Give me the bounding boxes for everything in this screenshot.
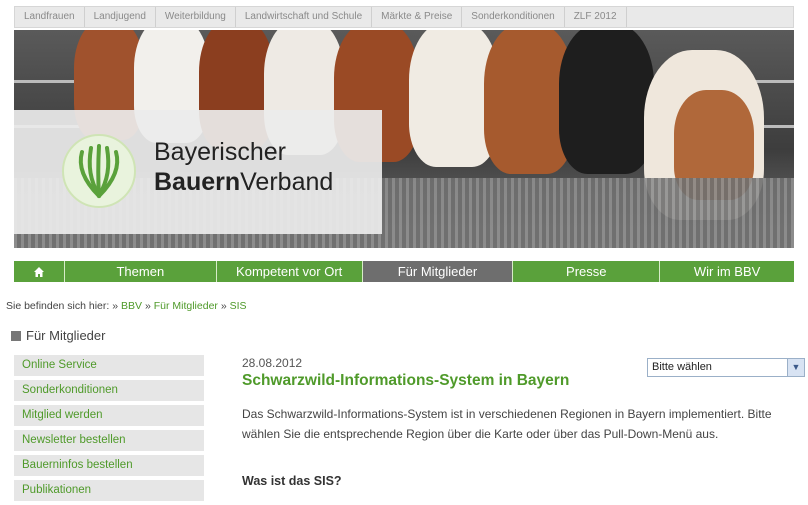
home-button[interactable] xyxy=(14,261,65,282)
sidebar-item-sonderkonditionen[interactable]: Sonderkonditionen xyxy=(14,380,204,401)
home-icon xyxy=(33,266,44,277)
top-tab-zlf-2012[interactable]: ZLF 2012 xyxy=(565,7,627,27)
region-select-value: Bitte wählen xyxy=(652,361,712,373)
hero-banner: Bayerischer BauernVerband xyxy=(14,30,794,248)
square-bullet-icon xyxy=(11,330,21,341)
top-tab-maerkte-preise[interactable]: Märkte & Preise xyxy=(372,7,463,27)
nav-fuer-mitglieder[interactable]: Für Mitglieder xyxy=(362,261,514,282)
cow-shape xyxy=(559,30,654,174)
main-navigation: Themen Kompetent vor Ort Für Mitglieder … xyxy=(14,261,794,282)
brand-rest-part: Verband xyxy=(240,168,334,196)
sidebar-item-bauerninfos-bestellen[interactable]: Bauerninfos bestellen xyxy=(14,455,204,476)
nav-themen[interactable]: Themen xyxy=(65,261,217,282)
breadcrumb-separator: » xyxy=(220,300,227,312)
top-tab-landfrauen[interactable]: Landfrauen xyxy=(15,7,85,27)
breadcrumb-link-sis[interactable]: SIS xyxy=(230,300,247,312)
article-date: 28.08.2012 xyxy=(242,356,303,370)
section-title-text: Für Mitglieder xyxy=(26,328,106,343)
breadcrumb-link-fuer-mitglieder[interactable]: Für Mitglieder xyxy=(154,300,218,312)
breadcrumb-separator: » xyxy=(112,300,119,312)
chevron-down-icon[interactable]: ▼ xyxy=(787,359,804,376)
brand-name-line2: BauernVerband xyxy=(154,168,333,197)
breadcrumb: Sie befinden sich hier: » BBV » Für Mitg… xyxy=(6,300,247,312)
article-subheading: Was ist das SIS? xyxy=(242,474,342,488)
sidebar-item-newsletter-bestellen[interactable]: Newsletter bestellen xyxy=(14,430,204,451)
section-title: Für Mitglieder xyxy=(11,328,105,343)
nav-kompetent-vor-ort[interactable]: Kompetent vor Ort xyxy=(217,261,363,282)
top-tab-landjugend[interactable]: Landjugend xyxy=(85,7,156,27)
bbv-logo-icon xyxy=(62,134,136,208)
breadcrumb-link-bbv[interactable]: BBV xyxy=(121,300,142,312)
nav-presse[interactable]: Presse xyxy=(513,261,661,282)
brand-name-line1: Bayerischer xyxy=(154,138,286,166)
top-navigation: Landfrauen Landjugend Weiterbildung Land… xyxy=(14,6,794,28)
nav-wir-im-bbv[interactable]: Wir im BBV xyxy=(660,261,794,282)
top-tab-weiterbildung[interactable]: Weiterbildung xyxy=(156,7,236,27)
top-tab-sonderkonditionen[interactable]: Sonderkonditionen xyxy=(462,7,565,27)
sidebar: Online Service Sonderkonditionen Mitglie… xyxy=(14,355,204,505)
top-tab-landwirtschaft-schule[interactable]: Landwirtschaft und Schule xyxy=(236,7,373,27)
article-title: Schwarzwild-Informations-System in Bayer… xyxy=(242,372,570,389)
breadcrumb-prefix: Sie befinden sich hier: xyxy=(6,300,110,312)
brand-bold-part: Bauern xyxy=(154,168,241,196)
logo-panel[interactable]: Bayerischer BauernVerband xyxy=(14,110,382,234)
breadcrumb-separator: » xyxy=(144,300,151,312)
sidebar-item-publikationen[interactable]: Publikationen xyxy=(14,480,204,501)
sidebar-item-mitglied-werden[interactable]: Mitglied werden xyxy=(14,405,204,426)
article-paragraph: Das Schwarzwild-Informations-System ist … xyxy=(242,407,772,441)
region-select[interactable]: Bitte wählen ▼ xyxy=(647,358,805,377)
sidebar-item-online-service[interactable]: Online Service xyxy=(14,355,204,376)
